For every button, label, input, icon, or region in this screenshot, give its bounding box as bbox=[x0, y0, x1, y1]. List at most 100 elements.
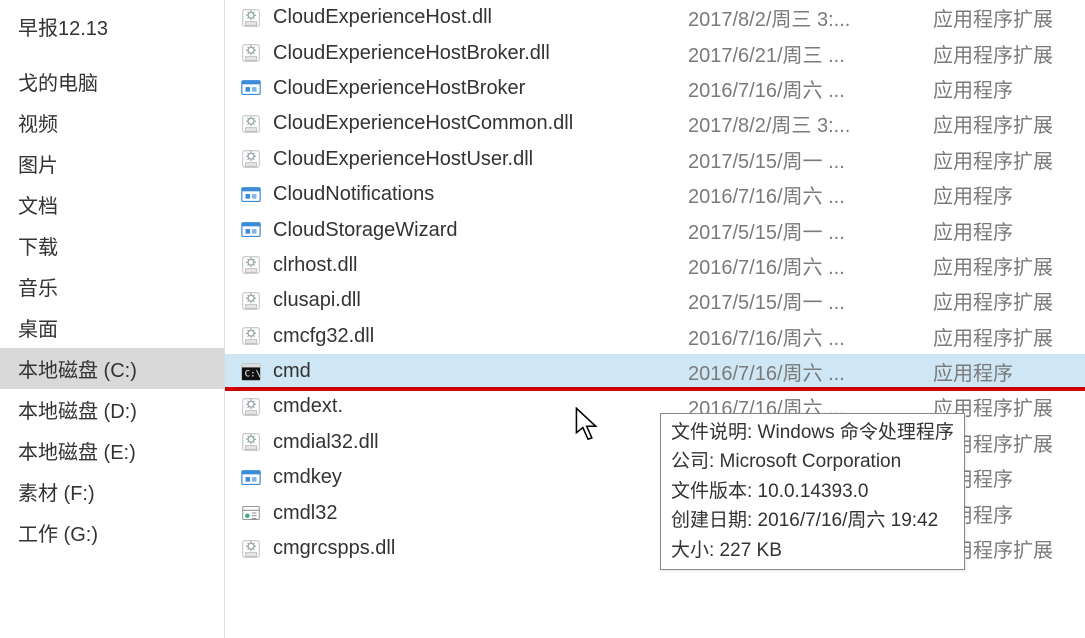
file-name: cmcfg32.dll bbox=[273, 325, 688, 348]
dll-icon bbox=[239, 253, 263, 277]
sidebar-item[interactable]: 本地磁盘 (D:) bbox=[0, 389, 224, 430]
file-name: CloudStorageWizard bbox=[273, 219, 688, 242]
file-name: clrhost.dll bbox=[273, 254, 688, 277]
file-row[interactable]: CloudExperienceHostCommon.dll2017/8/2/周三… bbox=[225, 106, 1085, 141]
file-type: 应用程序扩展 bbox=[933, 145, 1085, 174]
file-date: 2017/5/15/周一 ... bbox=[688, 286, 933, 315]
sidebar-item[interactable]: 素材 (F:) bbox=[0, 471, 224, 512]
sidebar-item[interactable]: 本地磁盘 (C:) bbox=[0, 348, 224, 389]
file-row[interactable]: cmcfg32.dll2016/7/16/周六 ...应用程序扩展 bbox=[225, 319, 1085, 354]
sidebar-item-label: 戈的电脑 bbox=[18, 73, 98, 95]
svg-text:C:\: C:\ bbox=[245, 368, 262, 379]
file-name: CloudExperienceHost.dll bbox=[273, 6, 688, 29]
highlight-underline bbox=[225, 387, 1085, 391]
file-row[interactable]: CloudExperienceHost.dll2017/8/2/周三 3:...… bbox=[225, 0, 1085, 35]
sidebar-item[interactable]: 视频 bbox=[0, 102, 224, 143]
exe-icon bbox=[239, 183, 263, 207]
sidebar-item[interactable]: 桌面 bbox=[0, 307, 224, 348]
sidebar-item-label: 早报12.13 bbox=[18, 18, 108, 40]
sidebar-item[interactable]: 图片 bbox=[0, 143, 224, 184]
file-type: 应用程序扩展 bbox=[933, 109, 1085, 138]
file-date: 2017/5/15/周一 ... bbox=[688, 145, 933, 174]
sidebar-item-label: 下载 bbox=[18, 237, 58, 259]
file-name: cmgrcspps.dll bbox=[273, 537, 688, 560]
file-row[interactable]: clrhost.dll2016/7/16/周六 ...应用程序扩展 bbox=[225, 248, 1085, 283]
cmd-icon: C:\ bbox=[239, 360, 263, 384]
sidebar-item-label: 本地磁盘 (D:) bbox=[18, 401, 137, 423]
explorer-window: 早报12.13 戈的电脑视频图片文档下载音乐桌面本地磁盘 (C:) 本地磁盘 (D:… bbox=[0, 0, 1085, 638]
file-name: CloudExperienceHostCommon.dll bbox=[273, 112, 688, 135]
file-type: 应用程序扩展 bbox=[933, 251, 1085, 280]
dll-icon bbox=[239, 112, 263, 136]
sidebar-item-label: 文档 bbox=[18, 196, 58, 218]
file-type: 应用程序扩展 bbox=[933, 286, 1085, 315]
file-date: 2017/8/2/周三 3:... bbox=[688, 109, 933, 138]
file-row[interactable]: CloudExperienceHostBroker.dll2017/6/21/周… bbox=[225, 35, 1085, 70]
file-date: 2016/7/16/周六 ... bbox=[688, 180, 933, 209]
sidebar-item-label: 桌面 bbox=[18, 319, 58, 341]
file-date: 2017/5/15/周一 ... bbox=[688, 216, 933, 245]
dll-icon bbox=[239, 395, 263, 419]
dll-icon bbox=[239, 6, 263, 30]
file-name: CloudExperienceHostBroker bbox=[273, 77, 688, 100]
file-type: 应用程序扩展 bbox=[933, 322, 1085, 351]
sidebar-item[interactable]: 工作 (G:) bbox=[0, 512, 224, 553]
file-name: cmdkey bbox=[273, 466, 688, 489]
sidebar-item[interactable]: 音乐 bbox=[0, 266, 224, 307]
tooltip-line: 创建日期: 2016/7/16/周六 19:42 bbox=[671, 506, 954, 535]
exe-icon bbox=[239, 218, 263, 242]
tooltip-line: 公司: Microsoft Corporation bbox=[671, 447, 954, 476]
file-date: 2016/7/16/周六 ... bbox=[688, 357, 933, 386]
file-type: 应用程序 bbox=[933, 357, 1085, 386]
file-name: clusapi.dll bbox=[273, 289, 688, 312]
sidebar-item[interactable]: 文档 bbox=[0, 184, 224, 225]
file-row[interactable]: CloudExperienceHostBroker2016/7/16/周六 ..… bbox=[225, 71, 1085, 106]
file-type: 应用程序 bbox=[933, 216, 1085, 245]
file-date: 2017/6/21/周三 ... bbox=[688, 39, 933, 68]
tooltip-line: 大小: 227 KB bbox=[671, 536, 954, 565]
sidebar-item-label: 素材 (F:) bbox=[18, 483, 95, 505]
file-row[interactable]: CloudStorageWizard2017/5/15/周一 ...应用程序 bbox=[225, 212, 1085, 247]
file-name: CloudNotifications bbox=[273, 183, 688, 206]
file-name: cmdial32.dll bbox=[273, 431, 688, 454]
dll-icon bbox=[239, 537, 263, 561]
file-type: 应用程序 bbox=[933, 180, 1085, 209]
file-row[interactable]: C:\ cmd2016/7/16/周六 ...应用程序 bbox=[225, 354, 1085, 389]
sidebar-item-label: 工作 (G:) bbox=[18, 524, 98, 546]
file-date: 2017/8/2/周三 3:... bbox=[688, 3, 933, 32]
exe-icon bbox=[239, 76, 263, 100]
file-row[interactable]: clusapi.dll2017/5/15/周一 ...应用程序扩展 bbox=[225, 283, 1085, 318]
file-date: 2016/7/16/周六 ... bbox=[688, 322, 933, 351]
file-date: 2016/7/16/周六 ... bbox=[688, 251, 933, 280]
tooltip-line: 文件版本: 10.0.14393.0 bbox=[671, 477, 954, 506]
file-type: 应用程序扩展 bbox=[933, 3, 1085, 32]
file-list: CloudExperienceHost.dll2017/8/2/周三 3:...… bbox=[225, 0, 1085, 638]
sidebar-item-label: 本地磁盘 (E:) bbox=[18, 442, 136, 464]
file-row[interactable]: CloudNotifications2016/7/16/周六 ...应用程序 bbox=[225, 177, 1085, 212]
file-date: 2016/7/16/周六 ... bbox=[688, 74, 933, 103]
exe-icon bbox=[239, 466, 263, 490]
sidebar-item[interactable]: 本地磁盘 (E:) bbox=[0, 430, 224, 471]
file-type: 应用程序扩展 bbox=[933, 39, 1085, 68]
sidebar-item-label: 图片 bbox=[18, 155, 58, 177]
sidebar-item-label: 本地磁盘 (C:) bbox=[18, 360, 137, 382]
file-name: cmd bbox=[273, 360, 688, 383]
file-row[interactable]: CloudExperienceHostUser.dll2017/5/15/周一 … bbox=[225, 142, 1085, 177]
file-name: cmdext. bbox=[273, 395, 688, 418]
cmdl-icon bbox=[239, 501, 263, 525]
file-tooltip: 文件说明: Windows 命令处理程序公司: Microsoft Corpor… bbox=[660, 413, 965, 570]
dll-icon bbox=[239, 41, 263, 65]
file-type: 应用程序 bbox=[933, 74, 1085, 103]
sidebar-item[interactable]: 下载 bbox=[0, 225, 224, 266]
sidebar: 早报12.13 戈的电脑视频图片文档下载音乐桌面本地磁盘 (C:) 本地磁盘 (D:… bbox=[0, 0, 225, 638]
sidebar-item[interactable]: 早报12.13 bbox=[0, 6, 224, 47]
dll-icon bbox=[239, 289, 263, 313]
dll-icon bbox=[239, 324, 263, 348]
dll-icon bbox=[239, 430, 263, 454]
sidebar-item[interactable]: 戈的电脑 bbox=[0, 61, 224, 102]
file-name: CloudExperienceHostUser.dll bbox=[273, 148, 688, 171]
file-name: CloudExperienceHostBroker.dll bbox=[273, 42, 688, 65]
sidebar-item-label: 音乐 bbox=[18, 278, 58, 300]
dll-icon bbox=[239, 147, 263, 171]
tooltip-line: 文件说明: Windows 命令处理程序 bbox=[671, 418, 954, 447]
